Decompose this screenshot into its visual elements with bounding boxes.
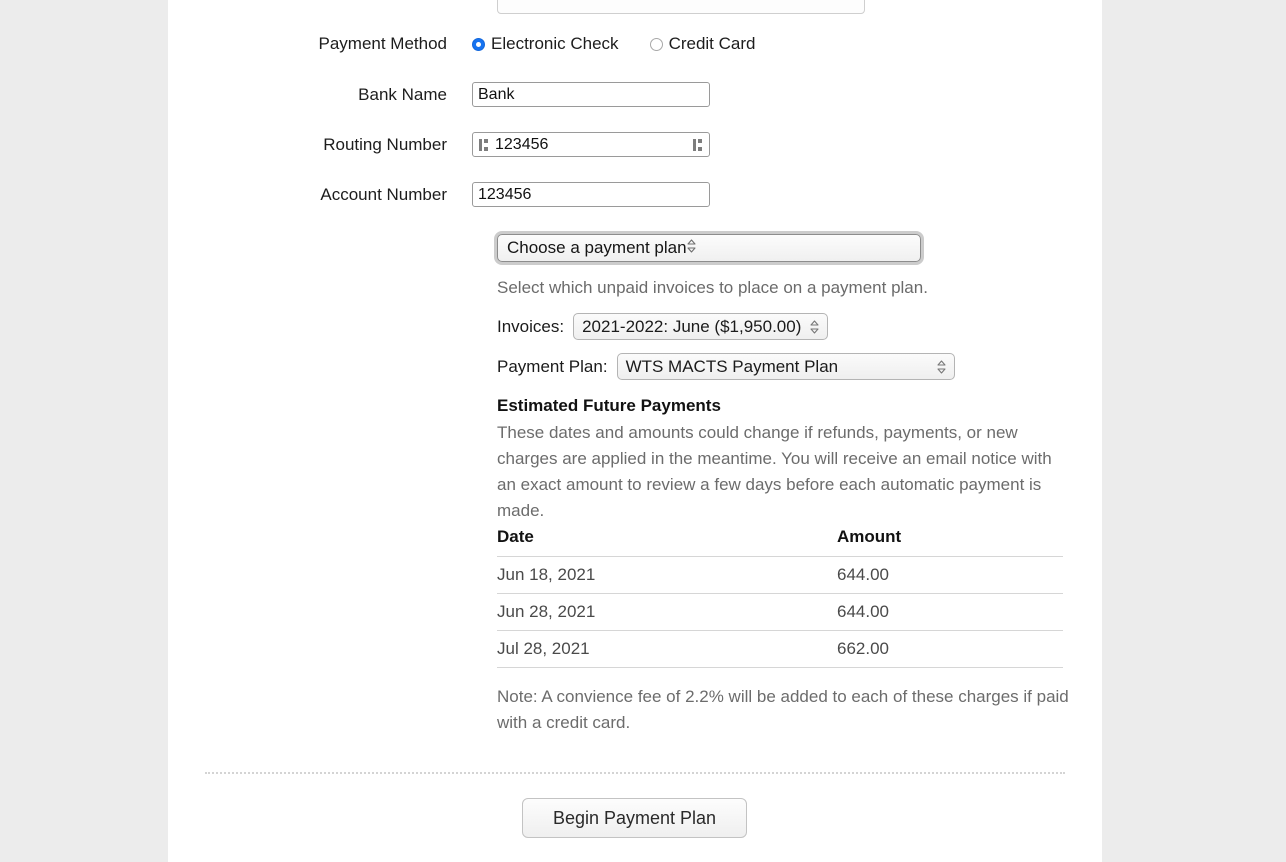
routing-number-label: Routing Number [323, 134, 447, 154]
bank-name-row: Bank Name [168, 82, 1102, 107]
invoices-row: Invoices: 2021-2022: June ($1,950.00) [497, 313, 829, 340]
payment-plan-select-value: WTS MACTS Payment Plan [625, 356, 839, 376]
invoices-select-value: 2021-2022: June ($1,950.00) [582, 316, 802, 336]
column-header-amount: Amount [837, 527, 1063, 557]
payment-method-label: Payment Method [318, 34, 447, 53]
payment-plan-row: Payment Plan: WTS MACTS Payment Plan [497, 353, 955, 380]
convenience-fee-note: Note: A convience fee of 2.2% will be ad… [497, 687, 1069, 732]
radio-label-credit-card: Credit Card [668, 34, 756, 53]
cell-date: Jul 28, 2021 [497, 630, 837, 668]
invoices-label: Invoices: [497, 316, 565, 336]
table-header-row: Date Amount [497, 527, 1063, 557]
radio-label-electronic-check: Electronic Check [491, 34, 619, 53]
account-number-input[interactable] [472, 182, 710, 207]
invoices-select[interactable]: 2021-2022: June ($1,950.00) [573, 313, 829, 340]
footer-divider [205, 772, 1065, 774]
routing-number-input[interactable] [472, 132, 710, 157]
table-row: Jul 28, 2021 662.00 [497, 630, 1063, 668]
payment-plan-select[interactable]: WTS MACTS Payment Plan [616, 353, 955, 380]
bank-name-label: Bank Name [358, 84, 447, 104]
table-row: Jun 18, 2021 644.00 [497, 556, 1063, 594]
begin-payment-plan-button[interactable]: Begin Payment Plan [522, 798, 747, 838]
chevron-updown-icon [687, 238, 696, 258]
routing-number-row: Routing Number [168, 132, 1102, 157]
estimated-future-payments-description: These dates and amounts could change if … [497, 423, 1052, 520]
routing-number-field-wrap [472, 132, 710, 157]
radio-option-credit-card[interactable]: Credit Card [649, 34, 756, 54]
choose-payment-plan-value: Choose a payment plan [507, 238, 687, 257]
bank-name-input[interactable] [472, 82, 710, 107]
chevron-updown-icon [810, 319, 819, 334]
page-root: Payment Method Electronic Check Credit C… [0, 0, 1286, 862]
cell-date: Jun 28, 2021 [497, 593, 837, 631]
invoice-helper-text: Select which unpaid invoices to place on… [497, 278, 928, 297]
radio-option-electronic-check[interactable]: Electronic Check [472, 34, 619, 54]
radio-checked-icon[interactable] [472, 37, 485, 51]
column-header-date: Date [497, 527, 837, 557]
truncated-field-above[interactable] [497, 0, 865, 14]
cell-date: Jun 18, 2021 [497, 556, 837, 594]
payment-method-row: Payment Method Electronic Check Credit C… [168, 34, 1102, 54]
cell-amount: 644.00 [837, 556, 1063, 594]
cell-amount: 662.00 [837, 630, 1063, 668]
choose-payment-plan-select[interactable]: Choose a payment plan [497, 234, 921, 262]
radio-unchecked-icon[interactable] [649, 37, 663, 51]
account-number-row: Account Number [168, 182, 1102, 207]
payment-method-radio-group: Electronic Check Credit Card [472, 34, 755, 54]
cell-amount: 644.00 [837, 593, 1063, 631]
account-number-label: Account Number [320, 184, 447, 204]
future-payments-table: Date Amount Jun 18, 2021 644.00 Jun 28, … [497, 527, 1063, 668]
payment-plan-label: Payment Plan: [497, 356, 608, 376]
estimated-future-payments-title: Estimated Future Payments [497, 396, 721, 415]
content-panel: Payment Method Electronic Check Credit C… [168, 0, 1102, 862]
table-row: Jun 28, 2021 644.00 [497, 593, 1063, 631]
chevron-updown-icon [937, 359, 946, 374]
